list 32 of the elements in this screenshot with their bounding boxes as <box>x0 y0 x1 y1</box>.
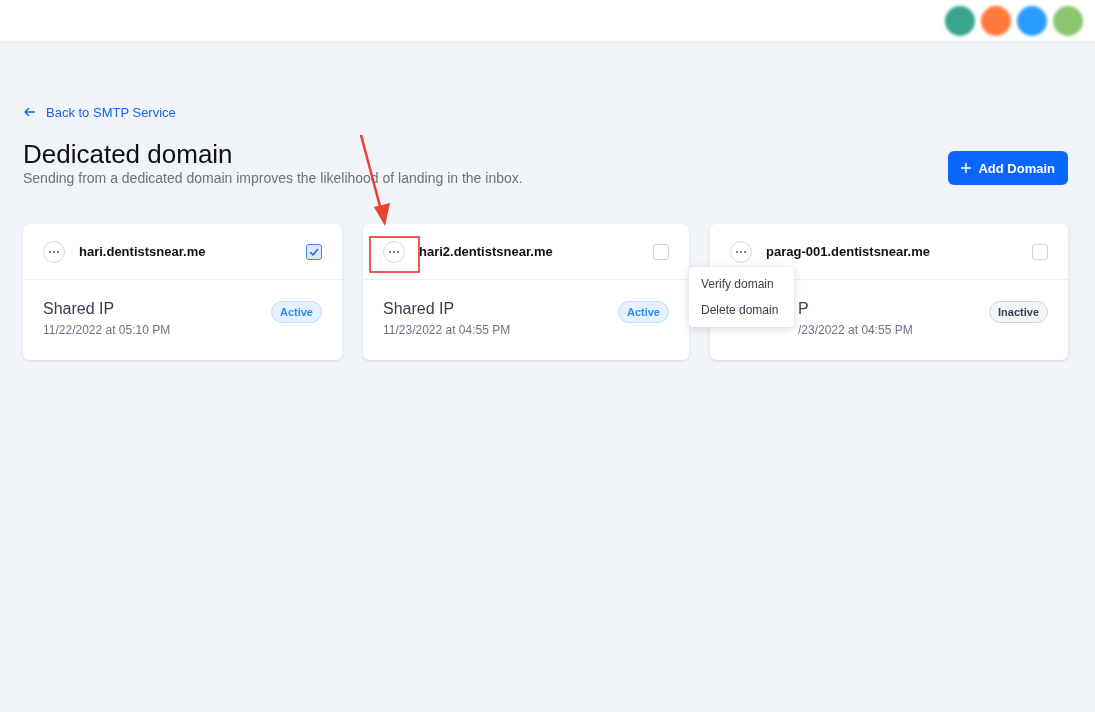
avatar[interactable] <box>1017 6 1047 36</box>
arrow-left-icon <box>24 107 36 117</box>
domain-name: hari2.dentistsnear.me <box>419 244 554 259</box>
status-badge: Inactive <box>989 301 1048 323</box>
ip-type: P <box>798 300 810 318</box>
menu-item[interactable]: Verify domain <box>689 271 794 297</box>
ellipsis-icon <box>736 250 746 253</box>
created-date: 11/23/2022 at 04:55 PM <box>383 323 511 337</box>
domain-name: hari.dentistsnear.me <box>79 244 207 259</box>
menu-item[interactable]: Delete domain <box>689 297 794 323</box>
created-date: 11/22/2022 at 05:10 PM <box>43 323 171 337</box>
ellipsis-icon <box>49 250 59 253</box>
checkmark-icon <box>309 247 319 256</box>
created-date: /23/2022 at 04:55 PM <box>798 323 913 337</box>
status-badge: Active <box>617 301 669 323</box>
ip-type: Shared IP <box>43 300 116 318</box>
highlight-box <box>369 236 420 273</box>
ip-type: Shared IP <box>383 300 456 318</box>
avatar[interactable] <box>1053 6 1083 36</box>
ellipsis-icon <box>389 250 399 253</box>
plus-icon <box>961 163 972 173</box>
more-options-button[interactable] <box>383 240 405 263</box>
checkbox[interactable] <box>306 243 322 260</box>
domain-name: parag-001.dentistsnear.me <box>766 244 932 259</box>
back-link[interactable]: Back to SMTP Service <box>24 104 176 120</box>
avatar[interactable] <box>981 6 1011 36</box>
avatar[interactable] <box>945 6 975 36</box>
more-options-button[interactable] <box>730 240 752 263</box>
more-options-button[interactable] <box>43 240 65 263</box>
page-title: Dedicated domain <box>23 138 234 170</box>
status-badge: Active <box>270 301 322 323</box>
add-domain-button[interactable]: Add Domain <box>948 151 1068 185</box>
